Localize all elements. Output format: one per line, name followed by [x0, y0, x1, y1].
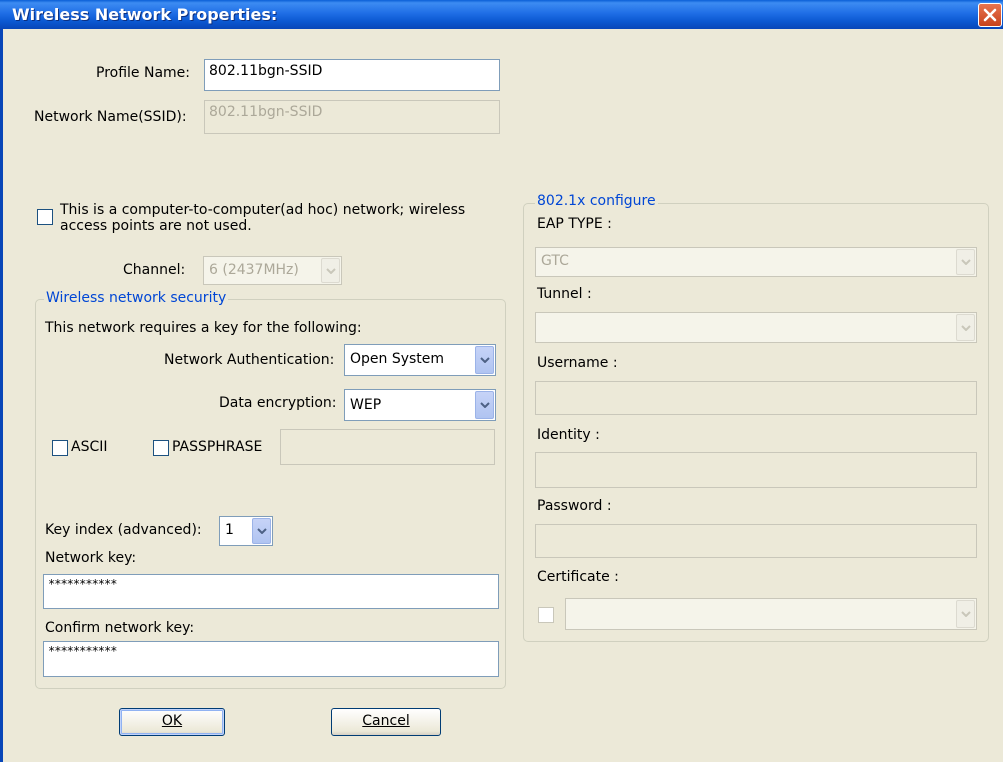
encryption-label: Data encryption: — [219, 395, 337, 411]
password-label: Password : — [537, 498, 612, 514]
passphrase-checkbox[interactable] — [153, 440, 169, 456]
close-button[interactable] — [978, 3, 1002, 27]
security-group-title: Wireless network security — [44, 290, 229, 306]
adhoc-label-line2: access points are not used. — [60, 218, 252, 234]
dot1x-group-title: 802.1x configure — [535, 193, 658, 209]
tunnel-label: Tunnel : — [537, 286, 592, 302]
channel-label: Channel: — [123, 262, 186, 278]
chevron-down-icon[interactable] — [475, 391, 494, 419]
profile-name-label: Profile Name: — [96, 65, 191, 81]
ok-button[interactable]: OK — [119, 708, 225, 736]
cancel-button-label: Cancel — [362, 713, 410, 729]
window-frame-left — [0, 29, 3, 762]
profile-name-input[interactable]: 802.11bgn-SSID — [204, 59, 500, 91]
eap-type-select: GTC — [535, 247, 977, 277]
chevron-down-icon — [956, 314, 975, 341]
ascii-label: ASCII — [71, 439, 108, 455]
title-bar[interactable]: Wireless Network Properties: — [0, 0, 1003, 29]
chevron-down-icon[interactable] — [475, 346, 494, 374]
eap-type-label: EAP TYPE : — [537, 216, 612, 232]
window-title: Wireless Network Properties: — [12, 5, 278, 24]
network-key-input[interactable]: *********** — [43, 574, 499, 609]
key-index-select[interactable]: 1 — [219, 516, 273, 546]
username-label: Username : — [537, 355, 618, 371]
cancel-button[interactable]: Cancel — [331, 708, 441, 736]
certificate-select — [565, 598, 977, 630]
ok-button-label: OK — [161, 713, 183, 729]
channel-value: 6 (2437MHz) — [209, 262, 299, 278]
encryption-value: WEP — [350, 397, 382, 413]
identity-label: Identity : — [537, 427, 600, 443]
adhoc-label-line1: This is a computer-to-computer(ad hoc) n… — [60, 202, 466, 218]
wireless-properties-dialog: Wireless Network Properties: Profile Nam… — [0, 0, 1003, 762]
close-icon — [983, 8, 997, 22]
ssid-input: 802.11bgn-SSID — [204, 100, 500, 134]
chevron-down-icon[interactable] — [252, 518, 271, 544]
tunnel-select — [535, 312, 977, 343]
auth-label: Network Authentication: — [164, 352, 335, 368]
certificate-label: Certificate : — [537, 569, 619, 585]
auth-value: Open System — [350, 351, 445, 367]
key-index-value: 1 — [225, 522, 234, 538]
channel-select: 6 (2437MHz) — [203, 256, 342, 285]
encryption-select[interactable]: WEP — [344, 389, 496, 421]
passphrase-input — [280, 429, 495, 465]
certificate-checkbox — [538, 607, 554, 623]
confirm-key-label: Confirm network key: — [45, 620, 195, 636]
chevron-down-icon — [956, 249, 975, 275]
auth-select[interactable]: Open System — [344, 344, 496, 376]
network-key-label: Network key: — [45, 550, 137, 566]
identity-input — [535, 452, 977, 488]
chevron-down-icon — [321, 258, 340, 283]
ascii-checkbox[interactable] — [52, 440, 68, 456]
adhoc-checkbox[interactable] — [37, 209, 53, 225]
ssid-label: Network Name(SSID): — [34, 109, 187, 125]
key-index-label: Key index (advanced): — [45, 522, 202, 538]
username-input — [535, 381, 977, 415]
passphrase-label: PASSPHRASE — [172, 439, 263, 455]
chevron-down-icon — [956, 600, 975, 628]
eap-type-value: GTC — [541, 253, 569, 269]
requires-key-text: This network requires a key for the foll… — [45, 320, 362, 336]
password-input — [535, 524, 977, 558]
confirm-key-input[interactable]: *********** — [43, 641, 499, 677]
